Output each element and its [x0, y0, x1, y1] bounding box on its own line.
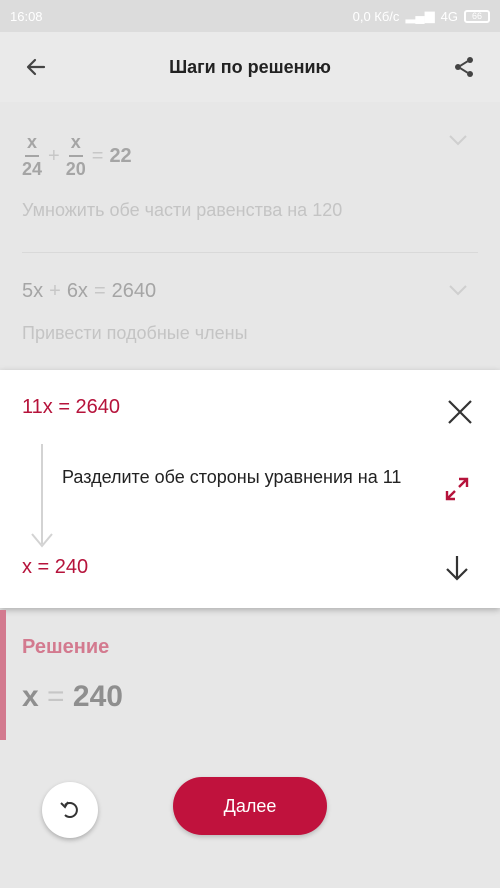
- step-equation: 5x + 6x = 2640: [22, 280, 478, 303]
- step-item[interactable]: 5x + 6x = 2640 Привести подобные члены: [0, 280, 500, 344]
- solution-rhs: 240: [72, 680, 123, 713]
- step-arrow-icon: [31, 444, 53, 548]
- solution-section: Решение x = 240: [0, 610, 500, 740]
- network-type: 4G: [440, 8, 458, 24]
- solution-lhs: x: [22, 680, 39, 713]
- active-step-result: x = 240: [22, 556, 89, 578]
- fraction-denominator: 24: [22, 159, 43, 179]
- equals-sign: =: [91, 144, 104, 167]
- fraction-numerator: x: [25, 132, 40, 157]
- equation-rhs: 2640: [111, 280, 157, 302]
- back-button[interactable]: [16, 47, 56, 87]
- share-button[interactable]: [444, 47, 484, 87]
- close-icon[interactable]: [446, 398, 474, 426]
- equation-term: 5x: [22, 280, 44, 302]
- status-bar: 16:08 0,0 Кб/с ▂▄▆ 4G 66: [0, 0, 500, 32]
- share-icon: [454, 57, 473, 77]
- status-time: 16:08: [10, 8, 43, 24]
- solution-answer: x = 240: [22, 680, 123, 714]
- equals-sign: =: [93, 280, 106, 302]
- plus-sign: +: [49, 280, 61, 302]
- step-item[interactable]: x 24 + x 20 = 22 Умножить обе части раве…: [0, 132, 500, 221]
- network-speed: 0,0 Кб/с: [352, 8, 400, 24]
- next-button[interactable]: Далее: [173, 777, 327, 835]
- page-title: Шаги по решению: [169, 56, 331, 77]
- step-description: Разделите обе стороны уравнения на 11: [62, 467, 402, 487]
- step-hint: Привести подобные члены: [22, 323, 248, 343]
- expand-icon[interactable]: [444, 476, 470, 502]
- solution-label: Решение: [22, 636, 110, 658]
- equation-term: 6x: [66, 280, 88, 302]
- fraction-denominator: 20: [65, 159, 86, 179]
- chevron-down-icon[interactable]: [448, 134, 468, 146]
- solution-accent-bar: [0, 610, 6, 740]
- arrow-left-icon: [26, 58, 46, 76]
- signal-icon: ▂▄▆: [405, 8, 435, 23]
- fraction-numerator: x: [68, 132, 83, 157]
- arrow-down-icon[interactable]: [444, 554, 470, 582]
- fraction: x 24: [22, 132, 42, 180]
- app-bar: Шаги по решению: [0, 32, 500, 102]
- active-step-equation: 11x = 2640: [22, 396, 121, 418]
- undo-button[interactable]: [42, 782, 98, 838]
- undo-icon: [60, 801, 78, 818]
- equals-sign: =: [47, 680, 65, 713]
- fraction: x 20: [66, 132, 86, 180]
- status-indicators: 0,0 Кб/с ▂▄▆ 4G 66: [353, 8, 490, 24]
- step-equation: x 24 + x 20 = 22: [22, 132, 478, 180]
- plus-sign: +: [48, 144, 60, 167]
- step-hint: Умножить обе части равенства на 120: [22, 200, 343, 220]
- divider: [22, 252, 478, 253]
- chevron-down-icon[interactable]: [448, 284, 468, 296]
- equation-rhs: 22: [109, 144, 132, 167]
- battery-icon: 66: [464, 9, 490, 23]
- active-step-card: 11x = 2640 Разделите обе стороны уравнен…: [0, 370, 500, 608]
